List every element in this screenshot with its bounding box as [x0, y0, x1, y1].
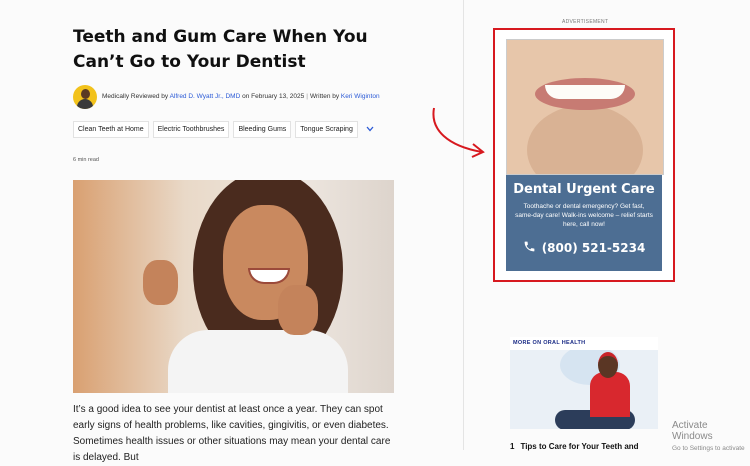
red-curved-arrow-icon: [432, 107, 485, 158]
watermark-line2: Go to Settings to activate: [672, 445, 745, 452]
column-divider: [463, 0, 464, 450]
phone-number: (800) 521-5234: [541, 241, 646, 255]
writer-link[interactable]: Keri Wiginton: [341, 93, 380, 100]
ad-subtext: Toothache or dental emergency? Get fast,…: [515, 203, 653, 228]
article-title: Teeth and Gum Care When You Can’t Go to …: [73, 27, 368, 72]
byline-text: Medically Reviewed by Alfred D. Wyatt Jr…: [102, 91, 387, 103]
tag-bleeding-gums[interactable]: Bleeding Gums: [233, 121, 292, 138]
ad-smile-image: [506, 39, 664, 175]
reviewer-avatar: [73, 85, 97, 109]
reviewed-prefix: Medically Reviewed by: [102, 93, 170, 100]
reviewer-link[interactable]: Alfred D. Wyatt Jr., DMD: [170, 93, 241, 100]
dental-ad[interactable]: Dental Urgent Care Toothache or dental e…: [493, 28, 675, 282]
watermark-line1: Activate Windows: [672, 420, 713, 442]
tag-electric-toothbrushes[interactable]: Electric Toothbrushes: [152, 121, 230, 138]
topic-tags: Clean Teeth at Home Electric Toothbrushe…: [73, 121, 374, 138]
byline-separator: |: [306, 93, 308, 100]
tag-clean-teeth[interactable]: Clean Teeth at Home: [73, 121, 149, 138]
read-time: 6 min read: [73, 157, 99, 163]
tag-tongue-scraping[interactable]: Tongue Scraping: [295, 121, 358, 138]
ad-headline: Dental Urgent Care: [513, 182, 655, 197]
more-image: [510, 350, 658, 429]
ad-label: ADVERTISEMENT: [562, 19, 609, 25]
chevron-down-icon[interactable]: [366, 125, 374, 134]
article-body: It’s a good idea to see your dentist at …: [73, 404, 391, 463]
byline: Medically Reviewed by Alfred D. Wyatt Jr…: [73, 85, 393, 109]
written-prefix: Written by: [309, 93, 341, 100]
ad-phone[interactable]: (800) 521-5234: [506, 240, 662, 256]
more-label: MORE ON ORAL HEALTH: [513, 340, 586, 346]
phone-icon: [523, 240, 536, 256]
more-on-oral-health-card[interactable]: MORE ON ORAL HEALTH: [510, 337, 658, 429]
windows-activation-watermark: Activate Windows Go to Settings to activ…: [672, 420, 750, 452]
review-date: on February 13, 2025: [240, 93, 305, 100]
hero-image-woman-flossing: [73, 180, 394, 393]
ad-panel: Dental Urgent Care Toothache or dental e…: [506, 175, 662, 271]
